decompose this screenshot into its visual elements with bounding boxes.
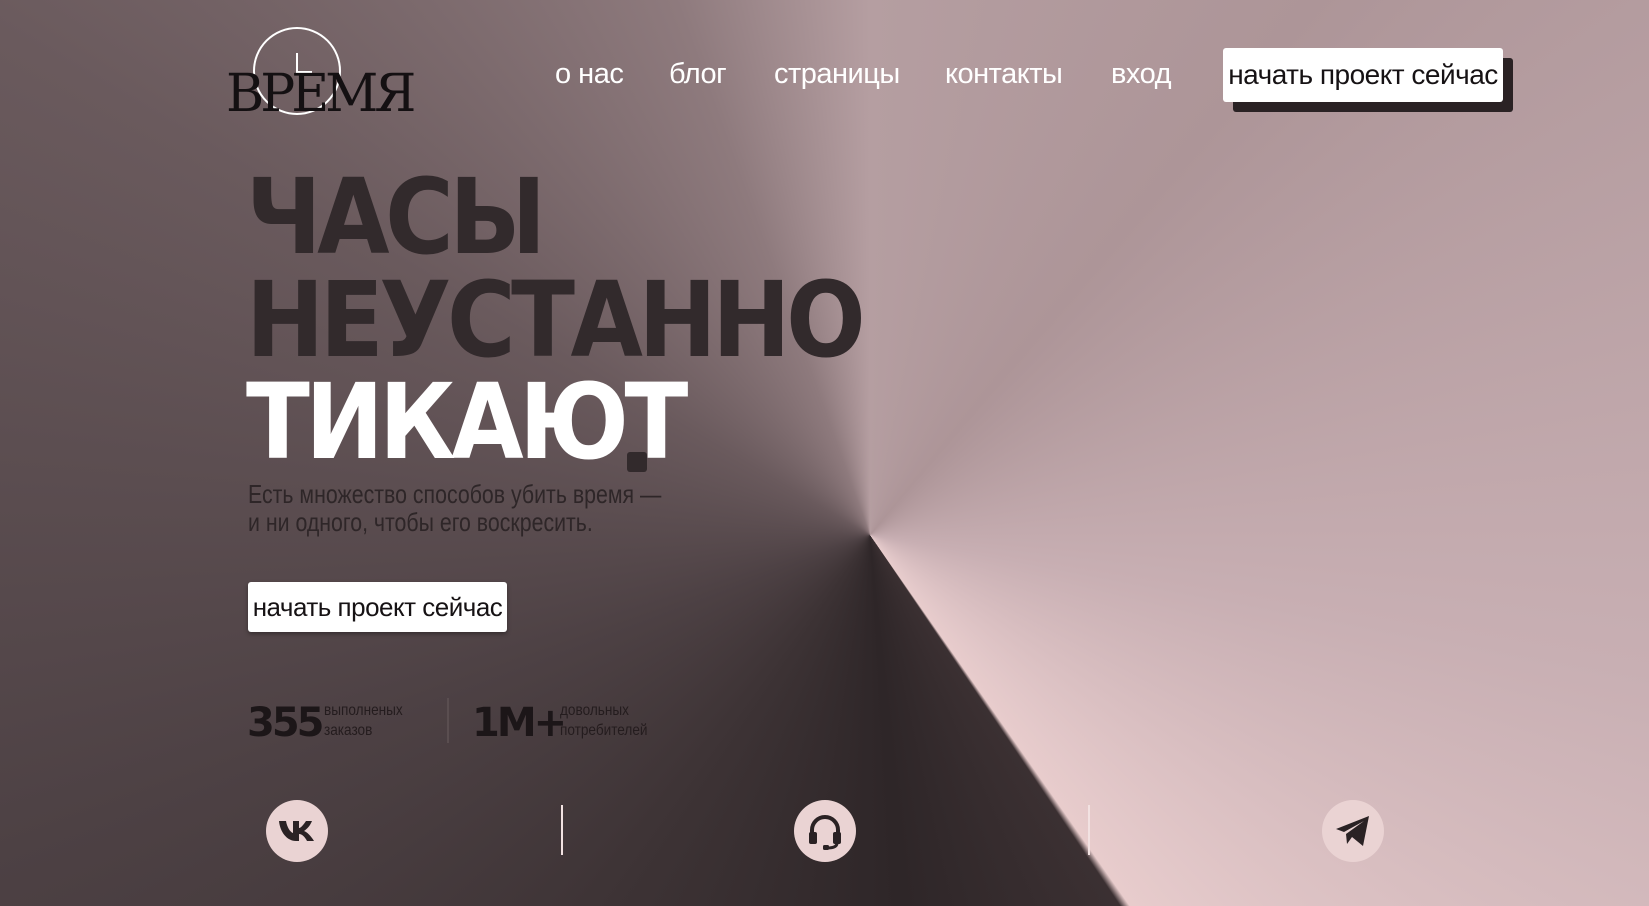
hero-title-line-1: ЧАСЫ xyxy=(246,156,546,278)
stats-divider xyxy=(447,698,449,743)
nav-item-contacts[interactable]: контакты xyxy=(945,58,1063,91)
hero-subtitle: Есть множество способов убить время — и … xyxy=(248,480,661,536)
vk-button[interactable] xyxy=(266,800,328,862)
support-button[interactable] xyxy=(794,800,856,862)
stat-customers-value: 1М+ xyxy=(472,700,567,746)
start-project-button-hero[interactable]: начать проект сейчас xyxy=(248,582,507,632)
stat-orders-label-line-2: заказов xyxy=(324,722,373,739)
logo[interactable]: ВРЕМЯ xyxy=(222,26,416,136)
bottom-divider xyxy=(561,805,563,855)
telegram-button[interactable] xyxy=(1322,800,1384,862)
nav-item-pages[interactable]: страницы xyxy=(774,58,900,91)
start-project-button-header[interactable]: начать проект сейчас xyxy=(1223,48,1513,112)
hero-title-line-3: ТИКАЮТ xyxy=(246,361,688,483)
headphones-icon xyxy=(809,815,841,850)
telegram-icon xyxy=(1336,816,1369,846)
stat-orders-label-line-1: выполненых xyxy=(324,702,403,719)
vk-icon xyxy=(279,821,314,841)
stat-orders-value: 355 xyxy=(247,700,324,746)
logo-text: ВРЕМЯ xyxy=(226,64,416,124)
hero-title-dot xyxy=(627,452,647,472)
bottom-divider xyxy=(1088,805,1090,855)
hero-subtitle-line-1: Есть множество способов убить время — xyxy=(248,479,662,509)
start-project-button-label: начать проект сейчас xyxy=(1223,48,1503,102)
hero-subtitle-line-2: и ни одного, чтобы его воскресить. xyxy=(248,507,593,537)
nav-item-about[interactable]: о нас xyxy=(555,58,624,91)
stat-customers-label-line-1: довольных xyxy=(560,702,629,719)
nav-item-login[interactable]: вход xyxy=(1111,58,1172,91)
stat-customers-label-line-2: потребителей xyxy=(560,722,648,739)
stat-customers-label: довольных потребителей xyxy=(560,701,648,741)
nav-item-blog[interactable]: блог xyxy=(669,58,727,91)
stat-orders-label: выполненых заказов xyxy=(324,701,403,741)
hero-title-line-2: НЕУСТАННО xyxy=(246,259,866,381)
